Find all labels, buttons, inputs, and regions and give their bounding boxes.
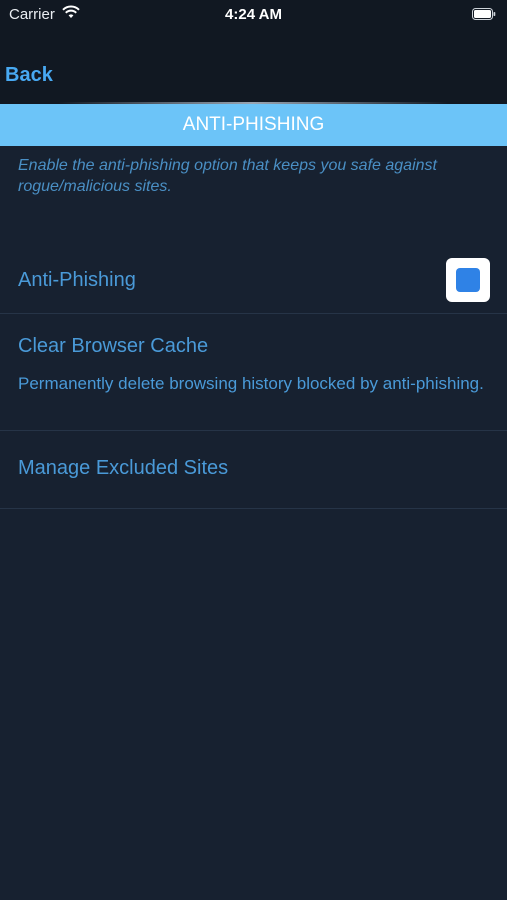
status-time: 4:24 AM bbox=[225, 6, 282, 23]
anti-phishing-label: Anti-Phishing bbox=[18, 269, 136, 291]
anti-phishing-row[interactable]: Anti-Phishing bbox=[0, 248, 507, 314]
back-button[interactable]: Back bbox=[5, 64, 53, 87]
toggle-indicator bbox=[456, 268, 480, 292]
battery-icon bbox=[472, 8, 496, 20]
anti-phishing-toggle[interactable] bbox=[446, 258, 490, 302]
screen: Carrier 4:24 AM Back ANTI-PHISHING Enabl… bbox=[0, 0, 507, 900]
clear-cache-subtitle: Permanently delete browsing history bloc… bbox=[18, 374, 484, 393]
manage-excluded-sites-label: Manage Excluded Sites bbox=[18, 457, 229, 479]
section-description: Enable the anti-phishing option that kee… bbox=[18, 157, 437, 195]
section-header: ANTI-PHISHING bbox=[0, 104, 507, 146]
clear-cache-row[interactable]: Clear Browser Cache Permanently delete b… bbox=[0, 314, 507, 431]
status-bar: Carrier 4:24 AM bbox=[0, 0, 507, 30]
manage-excluded-sites-row[interactable]: Manage Excluded Sites bbox=[0, 431, 507, 509]
clear-cache-label: Clear Browser Cache bbox=[18, 335, 209, 357]
navigation-bar: Back bbox=[0, 30, 507, 104]
